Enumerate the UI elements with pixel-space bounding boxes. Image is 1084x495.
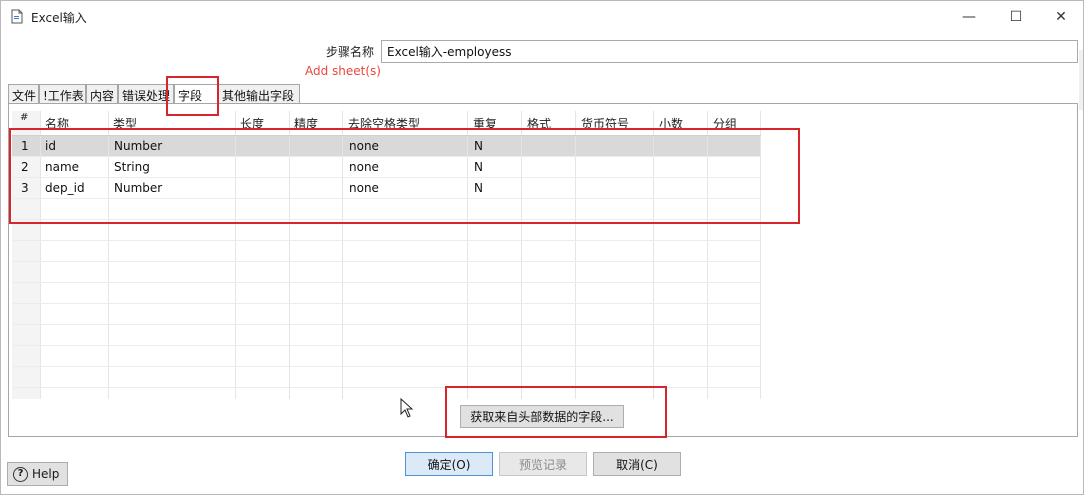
col-header-index[interactable]: # [20, 112, 28, 123]
add-sheet-link[interactable]: Add sheet(s) [305, 64, 381, 78]
step-name-input[interactable] [381, 40, 1078, 63]
annotation-box-get-fields [445, 386, 667, 438]
ok-button[interactable]: 确定(O) [405, 452, 493, 476]
step-name-label: 步骤名称 [326, 45, 375, 59]
minimize-button[interactable]: — [946, 2, 992, 32]
title-bar: Excel输入 — ☐ ✕ [1, 1, 1083, 32]
tab-other-output-fields[interactable]: 其他输出字段 [218, 84, 300, 104]
preview-button[interactable]: 预览记录 [499, 452, 587, 476]
tab-sheets[interactable]: !工作表 [39, 84, 86, 104]
close-button[interactable]: ✕ [1038, 2, 1084, 32]
help-button[interactable]: ? Help [7, 462, 68, 486]
cancel-button[interactable]: 取消(C) [593, 452, 681, 476]
tab-file[interactable]: 文件 [8, 84, 39, 104]
annotation-box-fields-tab [166, 76, 219, 116]
help-icon: ? [13, 466, 28, 482]
help-button-label: Help [32, 467, 60, 481]
window-title: Excel输入 [31, 11, 87, 25]
maximize-button[interactable]: ☐ [993, 2, 1039, 32]
annotation-box-field-rows [9, 128, 800, 224]
document-icon [11, 9, 23, 24]
scrollbar-edge[interactable] [1079, 50, 1083, 110]
tab-content[interactable]: 内容 [86, 84, 118, 104]
mouse-cursor-icon [400, 398, 414, 418]
